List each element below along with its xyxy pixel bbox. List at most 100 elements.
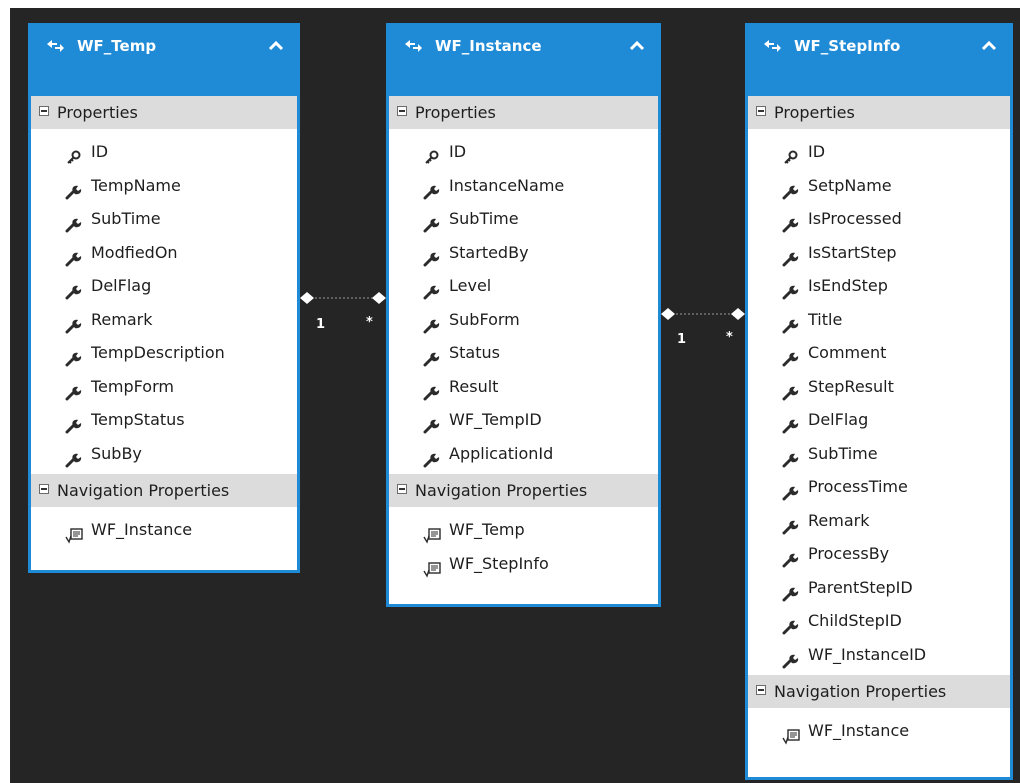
- wrench-icon: [782, 178, 800, 199]
- navigation-property-row[interactable]: WF_StepInfo: [389, 547, 658, 581]
- property-row[interactable]: WF_TempID: [389, 403, 658, 437]
- wrench-icon: [782, 580, 800, 601]
- property-row[interactable]: Comment: [748, 336, 1010, 370]
- property-row[interactable]: ID: [389, 135, 658, 169]
- property-label: InstanceName: [449, 175, 565, 195]
- property-label: TempForm: [91, 376, 174, 396]
- navigation-property-label: WF_StepInfo: [449, 553, 549, 573]
- property-row[interactable]: IsEndStep: [748, 269, 1010, 303]
- navigation-list: WF_Instance: [748, 708, 1010, 752]
- section-label: Navigation Properties: [57, 481, 230, 500]
- wrench-icon: [65, 345, 83, 367]
- property-row[interactable]: WF_InstanceID: [748, 638, 1010, 672]
- property-row[interactable]: SubTime: [748, 437, 1010, 471]
- property-row[interactable]: ProcessBy: [748, 537, 1010, 571]
- collapse-toggle-icon[interactable]: [397, 484, 407, 494]
- property-row[interactable]: TempDescription: [31, 336, 297, 370]
- navigation-property-row[interactable]: WF_Temp: [389, 513, 658, 547]
- property-label: ProcessTime: [808, 477, 908, 496]
- property-label: WF_InstanceID: [808, 644, 927, 664]
- property-label: DelFlag: [91, 276, 152, 295]
- wrench-icon: [423, 379, 441, 400]
- navigation-property-row[interactable]: WF_Instance: [748, 714, 1010, 748]
- property-row[interactable]: SetpName: [748, 169, 1010, 203]
- wrench-icon: [782, 613, 800, 635]
- property-row[interactable]: ModfiedOn: [31, 236, 297, 270]
- property-label: StepResult: [808, 376, 894, 396]
- property-list: ID TempName SubTime ModfiedOn DelFlag Remark T…: [31, 129, 297, 474]
- property-row[interactable]: ID: [31, 135, 297, 169]
- wrench-icon: [423, 412, 441, 434]
- navigation-section-header[interactable]: Navigation Properties: [748, 675, 1010, 708]
- property-row[interactable]: Remark: [748, 504, 1010, 538]
- wrench-icon: [423, 312, 441, 333]
- property-row[interactable]: TempStatus: [31, 403, 297, 437]
- property-row[interactable]: TempForm: [31, 370, 297, 404]
- property-label: TempName: [91, 175, 181, 195]
- property-label: Result: [449, 376, 499, 396]
- collapse-toggle-icon[interactable]: [756, 685, 766, 695]
- property-label: ID: [449, 142, 467, 161]
- property-row[interactable]: TempName: [31, 169, 297, 203]
- property-row[interactable]: Result: [389, 370, 658, 404]
- entity-header[interactable]: WF_Temp: [31, 26, 297, 96]
- property-row[interactable]: Level: [389, 269, 658, 303]
- association-end-diamond-instance-right: [661, 308, 675, 320]
- wrench-icon: [65, 412, 83, 434]
- wrench-icon: [782, 479, 800, 501]
- entity-header[interactable]: WF_Instance: [389, 26, 658, 96]
- property-row[interactable]: StepResult: [748, 370, 1010, 404]
- property-label: DelFlag: [808, 410, 869, 429]
- navigation-icon: [65, 522, 83, 544]
- property-row[interactable]: DelFlag: [748, 403, 1010, 437]
- entity-wf-stepinfo[interactable]: WF_StepInfo Properties ID SetpName IsProce…: [745, 23, 1013, 780]
- property-row[interactable]: SubTime: [31, 202, 297, 236]
- diagram-canvas: 1 * 1 * WF_Temp Properties ID TempName Sub…: [10, 8, 1020, 783]
- property-label: ApplicationId: [449, 443, 554, 463]
- properties-section-header[interactable]: Properties: [748, 96, 1010, 129]
- property-row[interactable]: SubBy: [31, 437, 297, 471]
- chevron-up-icon[interactable]: [980, 38, 998, 54]
- property-row[interactable]: Remark: [31, 303, 297, 337]
- property-label: SetpName: [808, 175, 892, 195]
- property-row[interactable]: IsProcessed: [748, 202, 1010, 236]
- properties-section-header[interactable]: Properties: [31, 96, 297, 129]
- section-label: Navigation Properties: [774, 682, 947, 701]
- navigation-section-header[interactable]: Navigation Properties: [389, 474, 658, 507]
- property-row[interactable]: Status: [389, 336, 658, 370]
- property-label: Title: [808, 309, 843, 329]
- collapse-toggle-icon[interactable]: [397, 106, 407, 116]
- property-label: ID: [91, 142, 109, 161]
- chevron-up-icon[interactable]: [628, 38, 646, 54]
- wrench-icon: [65, 211, 83, 233]
- wrench-icon: [782, 278, 800, 300]
- property-row[interactable]: DelFlag: [31, 269, 297, 303]
- property-row[interactable]: StartedBy: [389, 236, 658, 270]
- property-row[interactable]: SubTime: [389, 202, 658, 236]
- property-row[interactable]: Title: [748, 303, 1010, 337]
- collapse-toggle-icon[interactable]: [756, 106, 766, 116]
- chevron-up-icon[interactable]: [267, 38, 285, 54]
- entity-type-icon: [405, 40, 422, 52]
- property-row[interactable]: InstanceName: [389, 169, 658, 203]
- collapse-toggle-icon[interactable]: [39, 106, 49, 116]
- property-row[interactable]: IsStartStep: [748, 236, 1010, 270]
- entity-wf-temp[interactable]: WF_Temp Properties ID TempName SubTime Modf…: [28, 23, 300, 573]
- properties-section-header[interactable]: Properties: [389, 96, 658, 129]
- wrench-icon: [782, 446, 800, 467]
- property-row[interactable]: ProcessTime: [748, 470, 1010, 504]
- wrench-icon: [782, 245, 800, 266]
- entity-header[interactable]: WF_StepInfo: [748, 26, 1010, 96]
- property-row[interactable]: ID: [748, 135, 1010, 169]
- property-row[interactable]: SubForm: [389, 303, 658, 337]
- navigation-section-header[interactable]: Navigation Properties: [31, 474, 297, 507]
- property-row[interactable]: ApplicationId: [389, 437, 658, 471]
- wrench-icon: [65, 312, 83, 333]
- entity-wf-instance[interactable]: WF_Instance Properties ID InstanceName Sub…: [386, 23, 661, 607]
- navigation-property-row[interactable]: WF_Instance: [31, 513, 297, 547]
- navigation-list: WF_Temp WF_StepInfo: [389, 507, 658, 584]
- wrench-icon: [782, 546, 800, 568]
- property-row[interactable]: ChildStepID: [748, 604, 1010, 638]
- property-row[interactable]: ParentStepID: [748, 571, 1010, 605]
- collapse-toggle-icon[interactable]: [39, 484, 49, 494]
